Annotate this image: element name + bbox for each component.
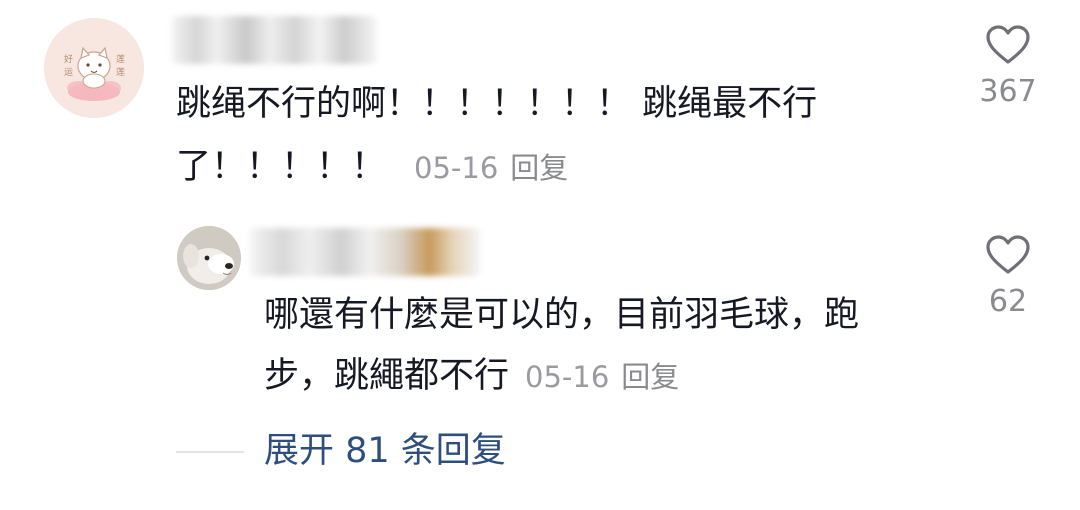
comment-avatar[interactable]: 好 运 莲 莲 [44, 18, 144, 118]
avatar-char-4: 莲 [116, 66, 125, 78]
reply-reply-button[interactable]: 回复 [621, 360, 679, 394]
reply-text-line-1: 哪還有什麼是可以的，目前羽毛球，跑 [264, 295, 860, 335]
heart-outline-icon [986, 235, 1030, 274]
heart-outline-icon [986, 25, 1030, 64]
reply-meta: 05-16 回复 [525, 360, 679, 394]
comment-like-button[interactable]: 367 [958, 24, 1058, 109]
reply-text-line-2-content: 步，跳繩都不行 [264, 356, 510, 396]
reply-like-button[interactable]: 62 [958, 234, 1058, 319]
avatar-char-2: 运 [64, 67, 73, 78]
comment-like-count: 367 [979, 74, 1037, 109]
dog-avatar-icon [177, 226, 241, 290]
comment-text-line-2-content: 了！！！！！ [176, 147, 387, 187]
avatar-char-3: 莲 [116, 53, 125, 65]
comment-date: 05-16 [414, 151, 499, 185]
comment-text-line-1: 跳绳不行的啊！！！！！！！ 跳绳最不行 [176, 84, 818, 124]
comment-reply-button[interactable]: 回复 [510, 151, 568, 185]
reply-username-blurred[interactable] [250, 228, 480, 276]
comment-meta: 05-16 回复 [414, 151, 568, 185]
comment-username-blurred[interactable] [172, 16, 377, 64]
avatar-char-1: 好 [64, 53, 73, 65]
reply-text-line-2: 步，跳繩都不行 05-16 回复 [264, 344, 679, 409]
expand-replies-button[interactable]: 展开 81 条回复 [264, 422, 506, 480]
cat-avatar-icon: 好 运 莲 莲 [44, 18, 144, 118]
expand-divider [176, 451, 244, 453]
reply-date: 05-16 [525, 360, 610, 394]
reply-like-count: 62 [988, 284, 1028, 319]
comment-text-line-2: 了！！！！！ 05-16 回复 [176, 135, 568, 200]
reply-avatar[interactable] [177, 226, 241, 290]
